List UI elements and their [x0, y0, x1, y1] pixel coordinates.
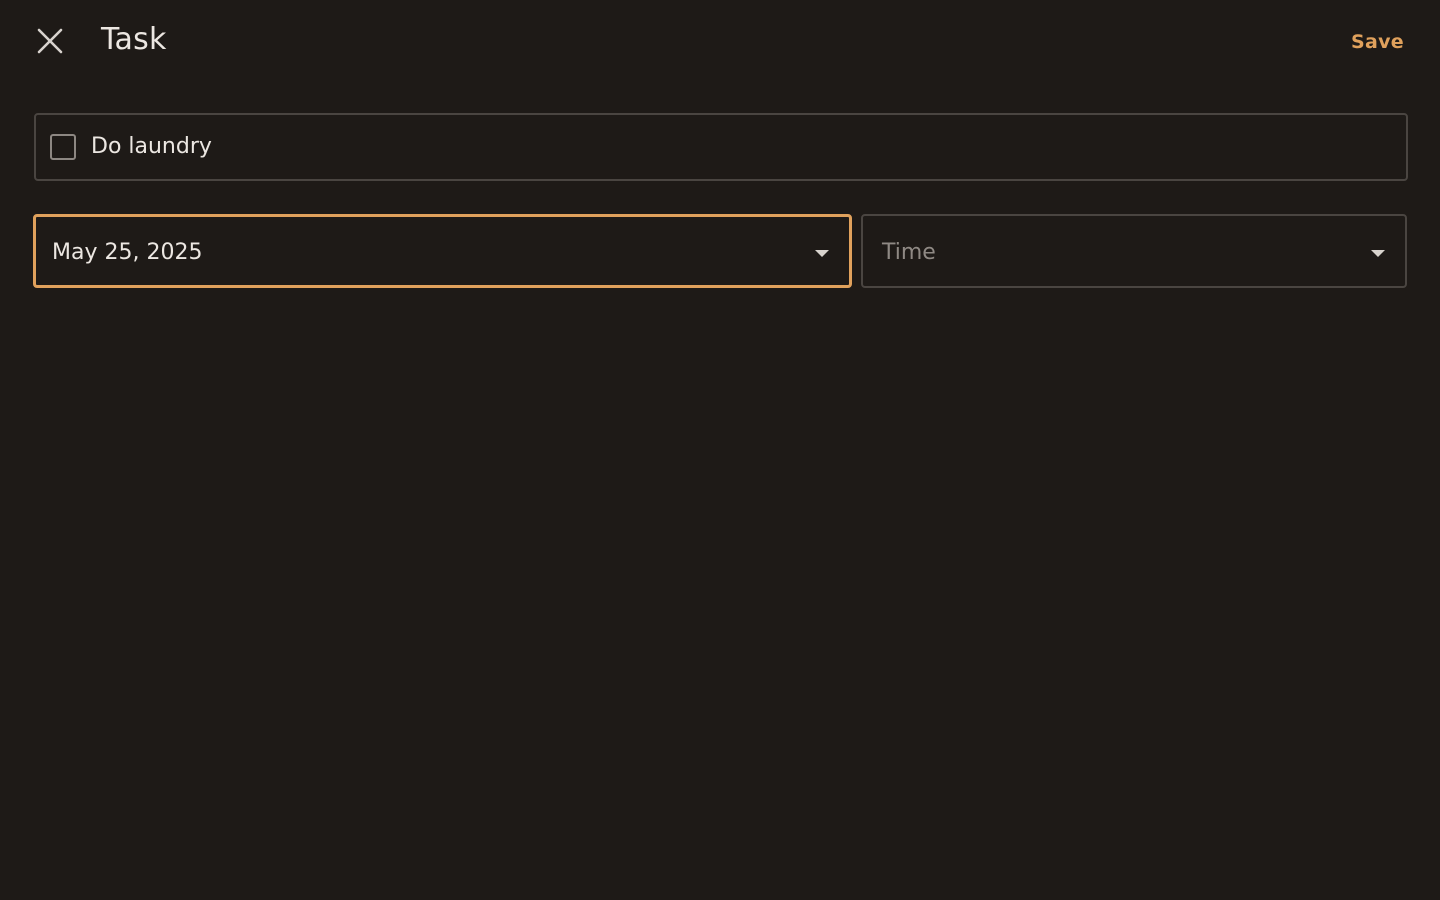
- dropdown-arrow-icon: [815, 250, 829, 257]
- date-dropdown[interactable]: May 25, 2025: [33, 214, 852, 288]
- task-complete-checkbox[interactable]: [50, 134, 76, 160]
- page-title: Task: [101, 22, 167, 57]
- task-name-text[interactable]: Do laundry: [91, 133, 212, 161]
- close-button[interactable]: [30, 22, 70, 60]
- task-editor-page: Task Save Do laundry May 25, 2025 Time: [0, 0, 1440, 900]
- save-button[interactable]: Save: [1351, 29, 1404, 55]
- date-value: May 25, 2025: [52, 240, 203, 265]
- task-name-field[interactable]: Do laundry: [34, 113, 1408, 181]
- time-dropdown[interactable]: Time: [861, 214, 1407, 288]
- close-icon: [37, 28, 63, 54]
- header: Task Save: [0, 0, 1440, 82]
- dropdown-arrow-icon: [1371, 250, 1385, 257]
- time-placeholder: Time: [882, 240, 936, 265]
